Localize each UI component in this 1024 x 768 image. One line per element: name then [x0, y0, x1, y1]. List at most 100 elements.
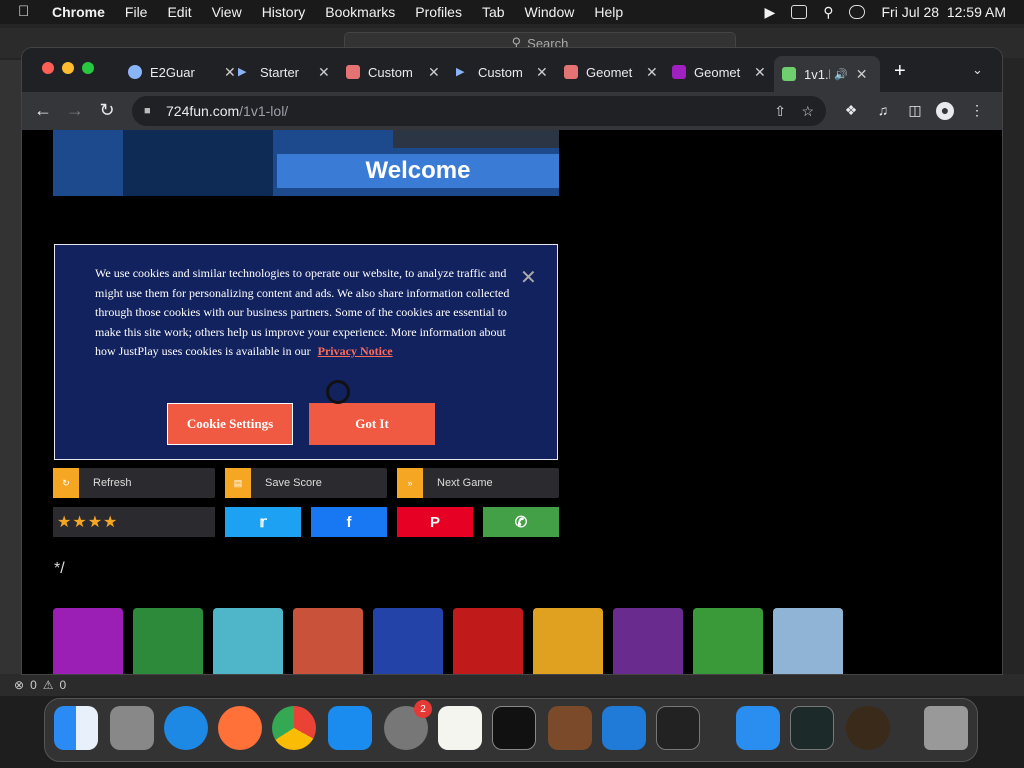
app-store-icon[interactable] [328, 706, 372, 750]
error-count[interactable]: 0 [30, 678, 37, 692]
game-card[interactable]: Head...♥★ 3.3 [133, 608, 203, 674]
star-icon[interactable]: ★ [88, 512, 103, 532]
side-panel-icon[interactable]: ◫ [906, 102, 924, 120]
vscode-icon[interactable] [602, 706, 646, 750]
game-thumbnail[interactable] [213, 608, 283, 674]
close-icon[interactable]: ✕ [536, 64, 548, 81]
firefox-icon[interactable] [218, 706, 262, 750]
star-icon[interactable]: ★ [103, 512, 118, 532]
media-control-icon[interactable]: ♫ [874, 102, 892, 120]
game-thumbnail[interactable] [453, 608, 523, 674]
pinterest-share-button[interactable]: P [397, 507, 473, 537]
close-icon[interactable]: ✕ [754, 64, 766, 81]
launchpad-icon[interactable] [110, 706, 154, 750]
game-card[interactable]: Geo...♥★ 3.4 [613, 608, 683, 674]
tab-starter[interactable]: ▶ Starter ✕ [238, 58, 330, 86]
extensions-icon[interactable]: ❖ [842, 102, 860, 120]
garageband-icon[interactable] [548, 706, 592, 750]
game-thumbnail[interactable] [773, 608, 843, 674]
finder-icon[interactable] [54, 706, 98, 750]
menu-edit[interactable]: Edit [167, 4, 191, 20]
apple-icon[interactable]:  [18, 4, 34, 20]
menu-profiles[interactable]: Profiles [415, 4, 462, 20]
profile-icon[interactable]: ● [936, 102, 954, 120]
tab-custom-2[interactable]: ▶ Custom ✕ [456, 58, 548, 86]
activity-monitor-icon[interactable] [790, 706, 834, 750]
game-thumbnail[interactable] [533, 608, 603, 674]
menu-file[interactable]: File [125, 4, 148, 20]
trash-icon[interactable] [924, 706, 968, 750]
error-icon[interactable]: ⊗ [14, 678, 24, 692]
bookmark-star-icon[interactable]: ☆ [801, 103, 814, 120]
keynote-icon[interactable] [736, 706, 780, 750]
textedit-icon[interactable] [438, 706, 482, 750]
close-icon[interactable]: ✕ [224, 64, 236, 81]
privacy-notice-link[interactable]: Privacy Notice [318, 344, 393, 358]
game-thumbnail[interactable] [293, 608, 363, 674]
tab-geometry-2[interactable]: Geomet ✕ [672, 58, 766, 86]
game-card[interactable]: Stum...♥★ 3.3 [533, 608, 603, 674]
game-card[interactable]: Spid...♥★ 3.2 [453, 608, 523, 674]
game-thumbnail[interactable] [133, 608, 203, 674]
terminal-icon[interactable] [492, 706, 536, 750]
game-thumbnail[interactable] [53, 608, 123, 674]
exec-terminal-icon[interactable] [656, 706, 700, 750]
close-icon[interactable]: ✕ [646, 64, 658, 81]
menu-datetime[interactable]: Fri Jul 28 12:59 AM [881, 4, 1006, 20]
tab-geometry-1[interactable]: Geomet ✕ [564, 58, 658, 86]
minimize-window-button[interactable] [62, 62, 74, 74]
back-button[interactable]: ← [32, 100, 54, 121]
more-menu-icon[interactable]: ⋮ [968, 102, 986, 120]
game-card[interactable]: Cars ...♥★ 3.4 [293, 608, 363, 674]
lock-icon[interactable]: ■ [144, 105, 156, 117]
warning-count[interactable]: 0 [60, 678, 67, 692]
facebook-share-button[interactable]: f [311, 507, 387, 537]
forward-button[interactable]: → [64, 100, 86, 121]
close-window-button[interactable] [42, 62, 54, 74]
chevron-down-icon[interactable]: ⌄ [972, 62, 983, 78]
tab-e2guardian[interactable]: E2Guar ✕ [128, 58, 236, 86]
game-card[interactable]: PUB...♥★ 3.5 [773, 608, 843, 674]
safari-icon[interactable] [164, 706, 208, 750]
game-thumbnail[interactable] [613, 608, 683, 674]
menu-bookmarks[interactable]: Bookmarks [325, 4, 395, 20]
screen-mirror-icon[interactable] [791, 5, 808, 19]
close-icon[interactable]: ✕ [428, 64, 440, 81]
got-it-button[interactable]: Got It [309, 403, 435, 445]
warning-icon[interactable]: ⚠ [43, 678, 54, 692]
tab-custom-1[interactable]: Custom ✕ [346, 58, 440, 86]
star-icon[interactable]: ★ [57, 512, 72, 532]
whatsapp-share-button[interactable]: ✆ [483, 507, 559, 537]
star-icon[interactable]: ★ [72, 512, 87, 532]
game-card[interactable]: Soni...♥★ 3.3 [373, 608, 443, 674]
zoom-window-button[interactable] [82, 62, 94, 74]
close-icon[interactable]: ✕ [318, 64, 330, 81]
spotlight-icon[interactable]: ⚲ [823, 4, 833, 21]
game-thumbnail[interactable] [373, 608, 443, 674]
cookie-settings-button[interactable]: Cookie Settings [167, 403, 293, 445]
twitter-share-button[interactable]: 𝕣 [225, 507, 301, 537]
menu-tab[interactable]: Tab [482, 4, 505, 20]
new-tab-button[interactable]: + [894, 60, 906, 83]
game-thumbnail[interactable] [693, 608, 763, 674]
save-score-button[interactable]: ▤ Save Score [225, 468, 387, 498]
reload-button[interactable]: ↻ [96, 100, 118, 121]
menu-view[interactable]: View [212, 4, 242, 20]
speaker-icon[interactable]: 🔊 [834, 68, 848, 81]
chrome-icon[interactable] [272, 706, 316, 750]
close-icon[interactable]: ✕ [520, 265, 537, 290]
star-rating[interactable]: ★ ★ ★ ★ [53, 507, 215, 537]
menu-app-name[interactable]: Chrome [52, 4, 105, 20]
close-icon[interactable]: ✕ [856, 66, 868, 83]
next-game-button[interactable]: » Next Game [397, 468, 559, 498]
game-card[interactable]: Rolli...♥★ 3.2 [213, 608, 283, 674]
game-card[interactable]: Socc...♥★ 3.6 [693, 608, 763, 674]
menu-window[interactable]: Window [525, 4, 575, 20]
play-icon[interactable]: ▶ [764, 4, 775, 21]
control-center-icon[interactable] [849, 5, 866, 19]
x-app-icon[interactable] [846, 706, 890, 750]
address-bar[interactable]: ■ 724fun.com/1v1-lol/ ⇧ ☆ [132, 96, 826, 126]
refresh-button[interactable]: ↻ Refresh [53, 468, 215, 498]
tab-1v1-lol[interactable]: 1v1.l 🔊 ✕ [774, 56, 880, 92]
game-card[interactable]: Geo...♥★ 2.?? [53, 608, 123, 674]
